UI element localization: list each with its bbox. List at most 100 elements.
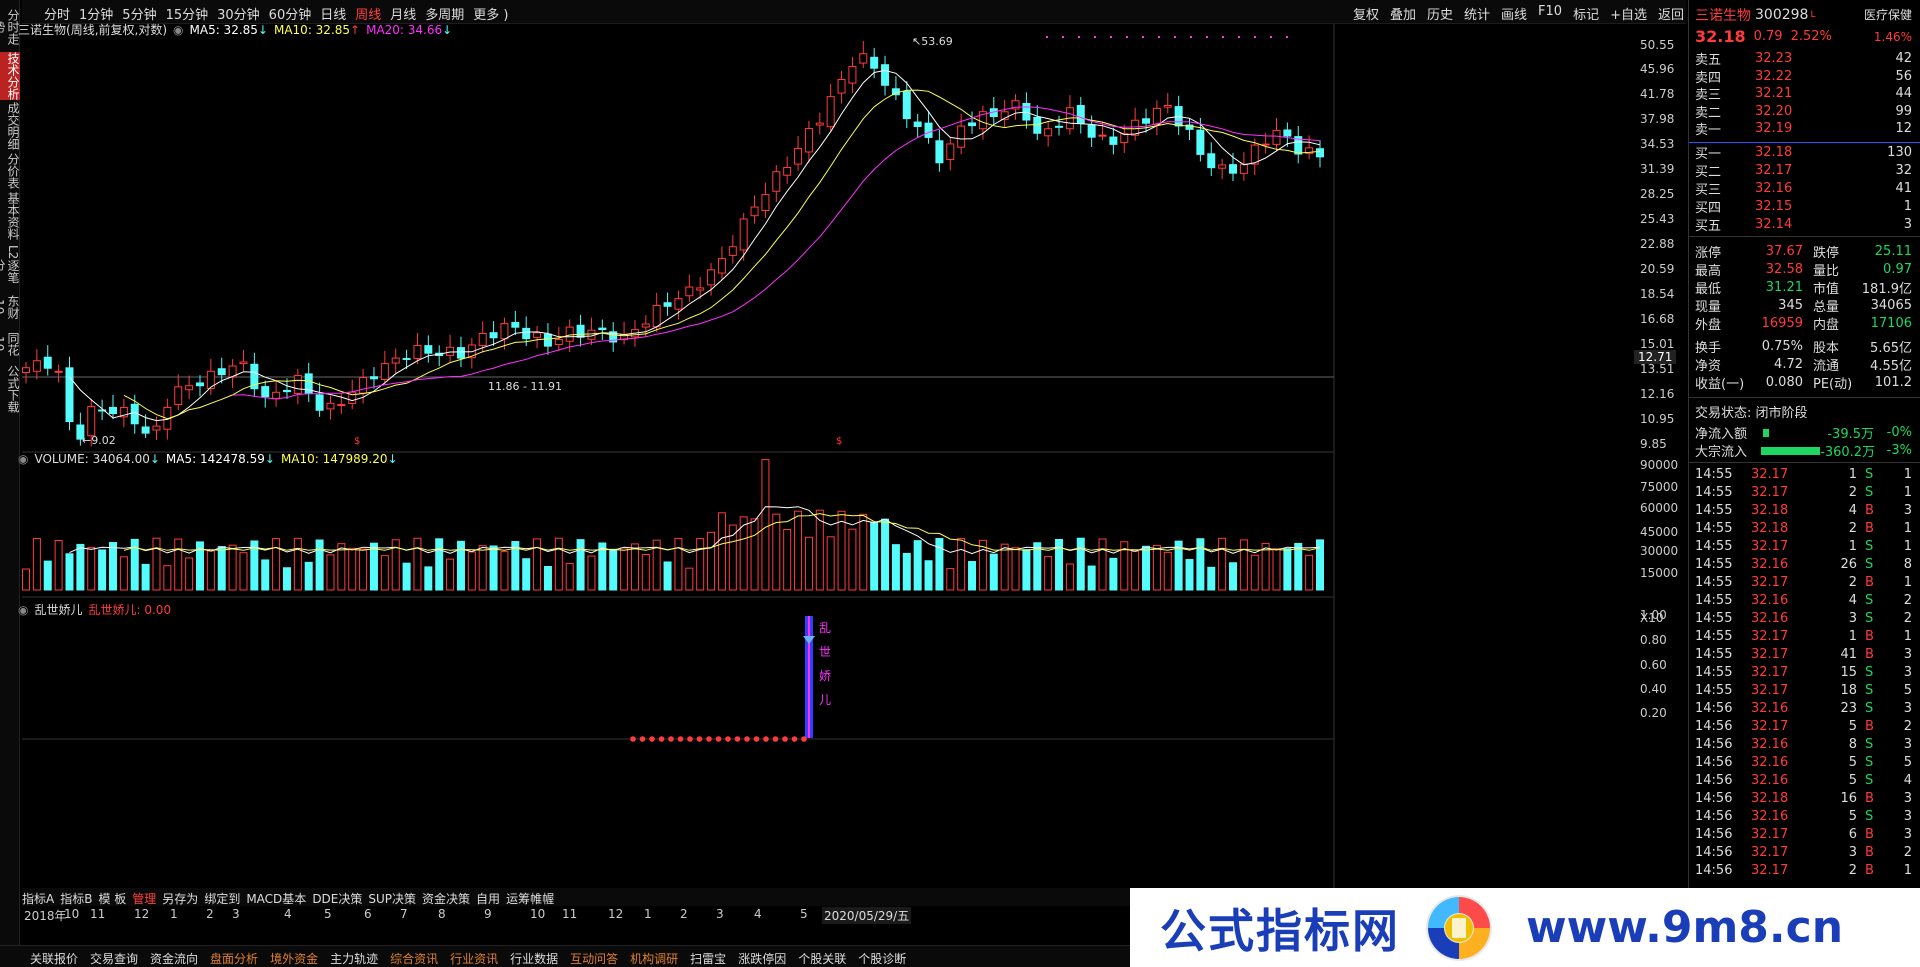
- subtool-11[interactable]: 运筹帷幄: [506, 890, 554, 907]
- left-tab-8[interactable]: 公式下载: [0, 364, 20, 414]
- tick-side: B: [1865, 503, 1874, 518]
- bid-volume: 1: [1903, 199, 1912, 214]
- bottom-item-1[interactable]: 交易查询: [90, 950, 138, 967]
- tick-time: 14:56: [1695, 701, 1733, 716]
- subtool-8[interactable]: SUP决策: [368, 890, 416, 907]
- tick-count: 5: [1903, 755, 1912, 770]
- stat-value: 0.75%: [1761, 339, 1803, 354]
- left-tab-3[interactable]: 分价表: [0, 152, 20, 190]
- left-tab-0[interactable]: 分时走势: [0, 4, 20, 50]
- subtool-2[interactable]: 模 板: [98, 890, 126, 907]
- left-tab-4[interactable]: 基本资料: [0, 192, 20, 240]
- subtool-0[interactable]: 指标A: [22, 890, 54, 907]
- bottom-item-2[interactable]: 资金流向: [150, 950, 198, 967]
- up-arrow-icon: ↑: [350, 22, 361, 37]
- bottom-item-0[interactable]: 关联报价: [30, 950, 78, 967]
- volume-tick: 90000: [1640, 458, 1679, 472]
- tool-2[interactable]: 历史: [1427, 4, 1453, 23]
- settings-icon[interactable]: ◉: [18, 603, 28, 617]
- subtool-4[interactable]: 另存为: [162, 890, 198, 907]
- bottom-item-13[interactable]: 个股关联: [798, 950, 846, 967]
- stat-label: 流通: [1813, 359, 1840, 374]
- settings-icon[interactable]: ◉: [18, 452, 28, 466]
- bottom-item-10[interactable]: 机构调研: [630, 950, 678, 967]
- candle-body: [870, 56, 879, 69]
- dot-marker: [1126, 36, 1128, 38]
- tool-8[interactable]: 返回: [1658, 4, 1684, 23]
- volume-bar: [1272, 548, 1281, 591]
- flow-pct: -3%: [1886, 443, 1912, 458]
- subtool-9[interactable]: 资金决策: [422, 890, 470, 907]
- bottom-item-7[interactable]: 行业资讯: [450, 950, 498, 967]
- brand-url: www.9m8.cn: [1526, 902, 1844, 953]
- subtool-7[interactable]: DDE决策: [312, 890, 362, 907]
- candle-body: [522, 327, 531, 340]
- bottom-item-4[interactable]: 境外资金: [270, 950, 318, 967]
- subtool-3[interactable]: 管理: [132, 890, 156, 907]
- dot-marker: [1158, 36, 1160, 38]
- chart-area[interactable]: ↖53.69 ←9.02 11.86 - 11.91 $ $ 乱世娇儿 三诺生物 (周线,前…: [18, 23, 1678, 904]
- x-tick: 3: [716, 907, 724, 921]
- settings-icon[interactable]: ◉: [173, 23, 183, 37]
- tick-price: 32.16: [1751, 701, 1789, 716]
- bottom-item-5[interactable]: 主力轨迹: [330, 950, 378, 967]
- bid-label: 买一: [1695, 147, 1722, 162]
- candle-body: [804, 128, 813, 153]
- subtool-6[interactable]: MACD基本: [246, 890, 306, 907]
- tool-0[interactable]: 复权: [1353, 4, 1379, 23]
- tool-1[interactable]: 叠加: [1390, 4, 1416, 23]
- price-panel-header: 三诺生物 (周线,前复权,对数) ◉ MA5: 32.85 ↓ MA10: 32.8…: [18, 22, 453, 38]
- left-tab-5[interactable]: L2逐笔分: [0, 242, 20, 287]
- x-tick: 2: [206, 907, 214, 921]
- left-tab-7[interactable]: 同花10: [0, 326, 20, 362]
- tool-3[interactable]: 统计: [1464, 4, 1490, 23]
- subtool-5[interactable]: 绑定到: [204, 890, 240, 907]
- x-tick: 12: [134, 907, 150, 921]
- x-tick: 10: [64, 907, 80, 921]
- left-tab-6[interactable]: 东财10: [0, 289, 20, 324]
- tick-count: 1: [1903, 467, 1912, 482]
- volume-bar: [108, 542, 117, 591]
- candle-body: [946, 143, 955, 161]
- candle-body: [685, 286, 694, 297]
- subtool-1[interactable]: 指标B: [60, 890, 92, 907]
- tool-4[interactable]: 画线: [1501, 4, 1527, 23]
- tick-count: 1: [1903, 539, 1912, 554]
- bottom-item-12[interactable]: 涨跌停因: [738, 950, 786, 967]
- candle-body: [783, 167, 792, 176]
- bid-price: 32.14: [1755, 217, 1793, 232]
- volume-bar: [946, 568, 955, 591]
- price-tick: 37.98: [1640, 112, 1675, 126]
- tick-volume: 4: [1848, 503, 1857, 518]
- candle-body: [1033, 116, 1042, 134]
- bottom-item-11[interactable]: 扫雷宝: [690, 950, 726, 967]
- ask-volume: 99: [1895, 103, 1912, 119]
- stat-row: 涨停 37.67 跌停 25.11: [1695, 243, 1912, 261]
- tick-price: 32.16: [1751, 773, 1789, 788]
- left-tab-2[interactable]: 成交明细: [0, 102, 20, 150]
- indicator-dot: [715, 736, 722, 742]
- tool-5[interactable]: F10: [1538, 4, 1562, 23]
- bottom-item-9[interactable]: 互动问答: [570, 950, 618, 967]
- dot-marker: [1110, 36, 1112, 38]
- bottom-item-8[interactable]: 行业数据: [510, 950, 558, 967]
- stock-name: 三诺生物: [1695, 7, 1751, 24]
- period-10[interactable]: 更多 ): [473, 4, 508, 23]
- bottom-item-14[interactable]: 个股诊断: [858, 950, 906, 967]
- tool-6[interactable]: 标记: [1573, 4, 1599, 23]
- tick-price: 32.17: [1751, 827, 1789, 842]
- volume-bar: [804, 536, 813, 591]
- tool-7[interactable]: +自选: [1610, 4, 1647, 23]
- volume-bar: [1163, 551, 1172, 591]
- stat-label: 外盘: [1695, 318, 1722, 333]
- left-tab-1[interactable]: 技术分析: [0, 52, 20, 100]
- x-tick: 4: [284, 907, 292, 921]
- volume-bar: [272, 538, 281, 591]
- indicator-tick: 0.60: [1640, 658, 1667, 672]
- bottom-item-3[interactable]: 盘面分析: [210, 950, 258, 967]
- subtool-10[interactable]: 自用: [476, 890, 500, 907]
- x-tick: 11: [90, 907, 106, 921]
- bottom-item-6[interactable]: 综合资讯: [390, 950, 438, 967]
- bid-price: 32.17: [1755, 163, 1793, 178]
- tick-row: 14:55 32.17 2 B 1: [1695, 574, 1912, 591]
